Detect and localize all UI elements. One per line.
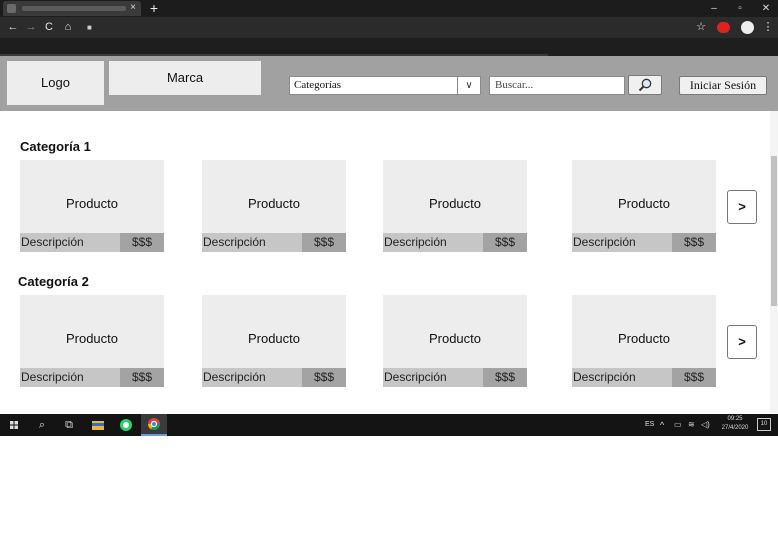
volume-icon[interactable]: ◁): [701, 414, 710, 436]
file-explorer-icon[interactable]: [85, 414, 111, 436]
product-card[interactable]: Producto Descripción $$$: [572, 295, 716, 387]
product-card[interactable]: Producto Descripción $$$: [20, 160, 164, 252]
product-price: $$$: [302, 233, 346, 252]
category-title: Categoría 1: [20, 139, 91, 154]
product-name: Producto: [572, 295, 716, 368]
tab-favicon-icon: [7, 4, 16, 13]
product-card[interactable]: Producto Descripción $$$: [572, 160, 716, 252]
product-price: $$$: [302, 368, 346, 387]
next-products-button[interactable]: >: [727, 325, 757, 359]
network-icon[interactable]: ▭: [674, 414, 682, 436]
product-description: Descripción: [572, 233, 672, 252]
task-view-icon[interactable]: ⧉: [56, 414, 82, 436]
search-icon[interactable]: ⌕: [29, 414, 55, 436]
url-field[interactable]: [84, 21, 684, 34]
new-tab-button[interactable]: +: [147, 0, 161, 17]
maximize-button[interactable]: ▫: [728, 0, 752, 17]
clock-date: 27/4/2020: [721, 425, 749, 431]
profile-icon[interactable]: [741, 21, 754, 34]
minimize-button[interactable]: –: [702, 0, 726, 17]
clock-time: 09:25: [727, 416, 743, 422]
system-clock[interactable]: 09:25 27/4/2020: [713, 415, 757, 435]
menu-icon[interactable]: ⋮: [761, 19, 775, 36]
chrome-icon: [148, 418, 160, 431]
product-card[interactable]: Producto Descripción $$$: [202, 160, 346, 252]
tab-title: [22, 6, 126, 11]
product-description: Descripción: [20, 368, 120, 387]
product-description: Descripción: [202, 233, 302, 252]
product-name: Producto: [20, 160, 164, 233]
product-price: $$$: [120, 368, 164, 387]
product-price: $$$: [672, 368, 716, 387]
product-name: Producto: [20, 295, 164, 368]
wifi-icon[interactable]: ≋: [688, 414, 695, 436]
windows-start-icon[interactable]: [1, 414, 27, 436]
login-button[interactable]: Iniciar Sesión: [679, 76, 767, 95]
category-select[interactable]: Categorías ∨: [289, 76, 481, 95]
extension-icon[interactable]: [717, 22, 730, 33]
magnifier-icon: [638, 78, 652, 92]
product-card[interactable]: Producto Descripción $$$: [383, 160, 527, 252]
brand-name[interactable]: Marca: [109, 61, 261, 95]
product-description: Descripción: [383, 368, 483, 387]
product-name: Producto: [202, 295, 346, 368]
logo[interactable]: Logo: [7, 61, 104, 105]
product-name: Producto: [202, 160, 346, 233]
home-icon[interactable]: ⌂: [61, 19, 75, 36]
product-description: Descripción: [202, 368, 302, 387]
chevron-down-icon[interactable]: ∨: [457, 77, 480, 94]
reload-icon[interactable]: C: [42, 19, 56, 36]
chrome-taskbar-button[interactable]: [141, 414, 167, 436]
product-price: $$$: [672, 233, 716, 252]
product-price: $$$: [120, 233, 164, 252]
next-products-button[interactable]: >: [727, 190, 757, 224]
product-price: $$$: [483, 233, 527, 252]
close-window-button[interactable]: ✕: [754, 0, 778, 17]
language-indicator[interactable]: ES: [645, 414, 654, 436]
search-button[interactable]: [628, 75, 662, 95]
product-card[interactable]: Producto Descripción $$$: [20, 295, 164, 387]
product-name: Producto: [383, 295, 527, 368]
forward-arrow-icon[interactable]: →: [24, 19, 38, 36]
category-select-value: Categorías: [294, 79, 342, 91]
product-description: Descripción: [572, 368, 672, 387]
whatsapp-icon[interactable]: [113, 414, 139, 436]
back-arrow-icon[interactable]: ←: [6, 19, 20, 36]
category-title: Categoría 2: [18, 274, 89, 289]
product-name: Producto: [383, 160, 527, 233]
product-price: $$$: [483, 368, 527, 387]
search-input[interactable]: Buscar...: [489, 76, 625, 95]
product-name: Producto: [572, 160, 716, 233]
product-description: Descripción: [383, 233, 483, 252]
chevron-up-icon[interactable]: ^: [660, 414, 664, 436]
scrollbar-thumb[interactable]: [771, 156, 777, 306]
product-description: Descripción: [20, 233, 120, 252]
tab-close-icon[interactable]: ×: [127, 1, 139, 15]
star-icon[interactable]: ☆: [694, 19, 708, 36]
product-card[interactable]: Producto Descripción $$$: [202, 295, 346, 387]
notifications-icon[interactable]: 10: [757, 418, 771, 431]
product-card[interactable]: Producto Descripción $$$: [383, 295, 527, 387]
